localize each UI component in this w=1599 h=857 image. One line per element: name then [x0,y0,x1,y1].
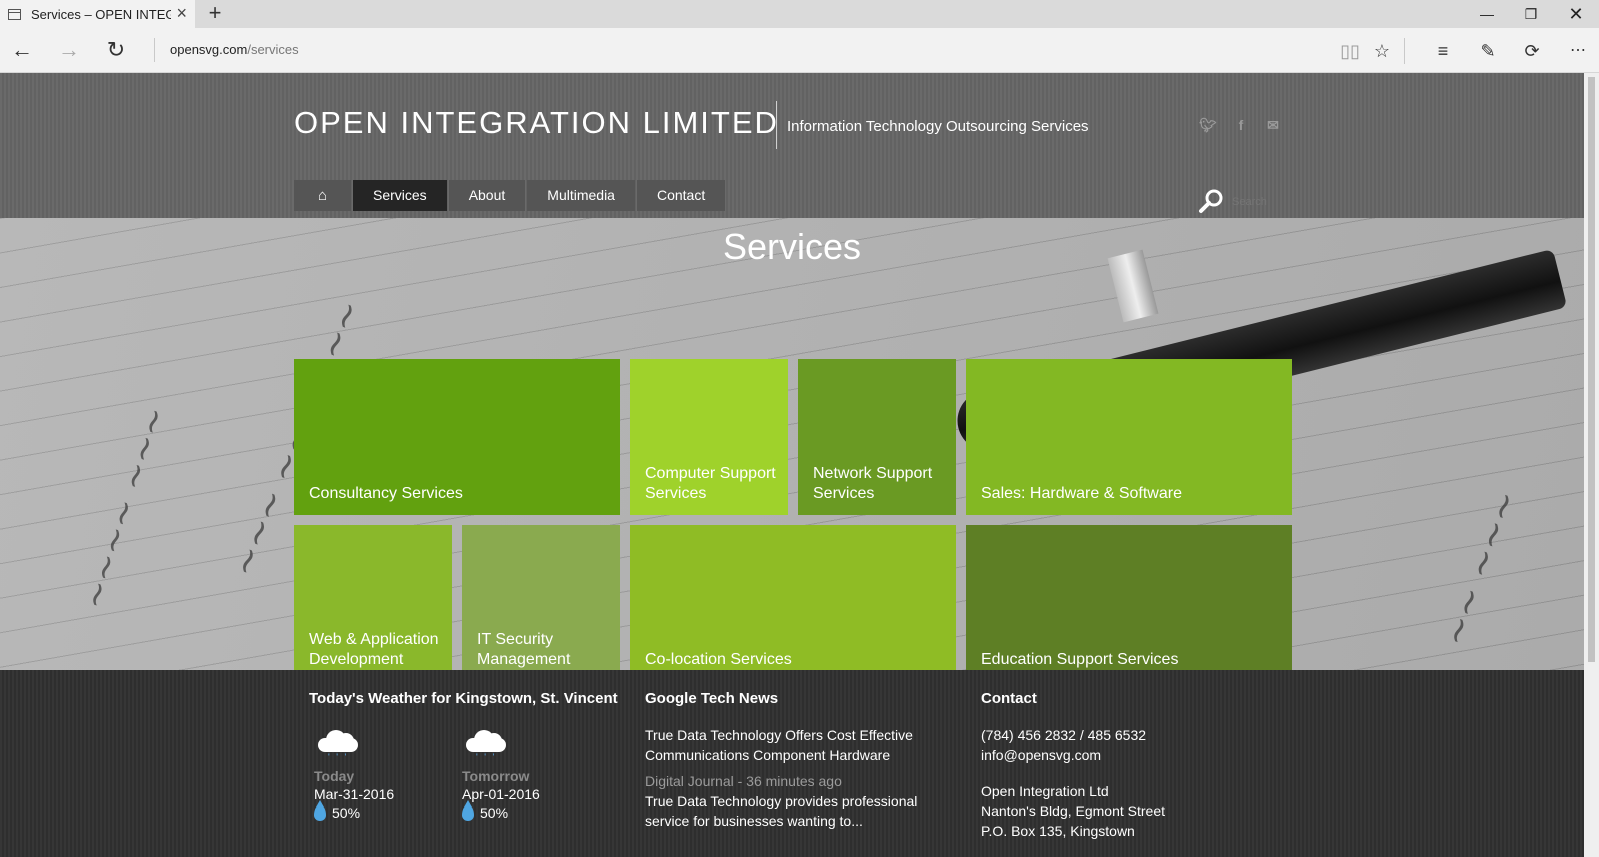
page-icon [8,8,21,20]
weather-title: Today's Weather for Kingstown, St. Vince… [309,690,618,707]
title-bar: Services – OPEN INTEGR × + — ❐ ✕ [0,0,1599,28]
raindrop-icon [314,800,326,821]
tile-label: Education Support Services [981,651,1179,668]
url-field[interactable]: opensvg.com/services [170,42,299,57]
weather-tomorrow: ' ' ' Tomorrow Apr-01-2016 50% [462,728,582,821]
site-footer: Today's Weather for Kingstown, St. Vince… [0,670,1584,857]
forward-button[interactable]: → [53,35,85,67]
tile-label: Consultancy Services [309,485,463,502]
weather-date: Mar-31-2016 [314,786,395,802]
tile-education-support-services[interactable]: Education Support Services [966,525,1292,681]
reading-view-icon[interactable]: ▯▯ [1336,37,1364,65]
weather-today: ' ' ' Today Mar-31-2016 50% [314,728,434,821]
news-title: Google Tech News [645,690,779,707]
news-meta: Digital Journal - 36 minutes ago [645,773,842,789]
site-logo[interactable]: OPEN INTEGRATION LIMITED [294,105,779,141]
tile-label: Computer Support Services [645,465,776,502]
tile-network-support-services[interactable]: Network Support Services [798,359,956,515]
contact-email[interactable]: info@opensvg.com [981,745,1281,765]
address-line: Open Integration Ltd [981,783,1109,799]
rain-cloud-icon: ' ' ' [462,728,508,766]
weather-day-label: Tomorrow [462,768,530,784]
tech-news: Google Tech News True Data Technology Of… [645,690,935,831]
facebook-icon[interactable]: f [1231,117,1251,137]
hub-icon[interactable]: ≡ [1429,37,1457,65]
toolbar-separator [1404,38,1405,64]
rain-percent: 50% [332,805,361,821]
back-button[interactable]: ← [6,35,38,67]
background-scribble: ~~ ~~~ [1434,485,1529,652]
nav-contact[interactable]: Contact [636,180,726,211]
tile-web-application-development[interactable]: Web & Application Development [294,525,452,681]
contact-info: Contact (784) 456 2832 / 485 6532 info@o… [981,690,1281,841]
share-icon[interactable]: ⟳ [1518,37,1546,65]
site-tagline: Information Technology Outsourcing Servi… [787,118,1089,135]
weather-day-label: Today [314,768,355,784]
nav-home[interactable]: ⌂ [294,180,351,211]
address-separator [154,38,155,62]
tile-computer-support-services[interactable]: Computer Support Services [630,359,788,515]
nav-multimedia[interactable]: Multimedia [527,180,635,211]
tile-label: Web & Application Development [309,631,439,668]
tile-consultancy-services[interactable]: Consultancy Services [294,359,620,515]
main-nav: ⌂ Services About Multimedia Contact [294,180,727,211]
browser-tab[interactable]: Services – OPEN INTEGR × [0,0,195,28]
contact-title: Contact [981,690,1037,707]
rain-chance: 50% [314,800,434,821]
search-icon[interactable] [1198,188,1224,214]
background-scribble: ~~~~ ~~~ [73,401,177,615]
close-window-button[interactable]: ✕ [1553,0,1599,28]
nav-about[interactable]: About [448,180,526,211]
news-headline[interactable]: True Data Technology provides profession… [645,791,935,831]
refresh-button[interactable]: ↻ [100,35,132,67]
close-tab-icon[interactable]: × [176,3,187,24]
restore-button[interactable]: ❐ [1508,0,1554,28]
tile-sales-hardware-software[interactable]: Sales: Hardware & Software [966,359,1292,515]
address-line: Nanton's Bldg, Egmont Street [981,803,1165,819]
address-bar: ← → ↻ opensvg.com/services ▯▯ ☆ ≡ ✎ ⟳ ⋯ [0,28,1599,73]
rain-cloud-icon: ' ' ' [314,728,360,766]
url-path: /services [247,42,299,57]
new-tab-button[interactable]: + [205,0,225,28]
tile-label: Network Support Services [813,465,933,502]
tile-label: Co-location Services [645,651,792,668]
favorite-star-icon[interactable]: ☆ [1368,37,1396,65]
web-note-icon[interactable]: ✎ [1474,37,1502,65]
tile-it-security-management[interactable]: IT Security Management [462,525,620,681]
minimize-button[interactable]: — [1464,0,1510,28]
contact-phone: (784) 456 2832 / 485 6532 [981,727,1147,743]
weather-widget: Today's Weather for Kingstown, St. Vince… [309,690,619,725]
nav-services[interactable]: Services [353,180,447,211]
logo-divider [776,101,777,149]
mail-icon[interactable]: ✉ [1263,117,1283,137]
tile-label: IT Security Management [477,631,571,668]
tile-label: Sales: Hardware & Software [981,485,1182,502]
weather-date: Apr-01-2016 [462,786,540,802]
search-input[interactable] [1232,191,1282,213]
page-scrollbar[interactable] [1584,73,1599,857]
tile-co-location-services[interactable]: Co-location Services [630,525,956,681]
services-hero: ~~~~ ~~~ ~~~ ~~ ~~~~ ~~ ~~~ Services Con… [0,218,1584,681]
scrollbar-thumb[interactable] [1588,77,1595,662]
web-page: OPEN INTEGRATION LIMITED Information Tec… [0,73,1584,857]
home-icon: ⌂ [317,187,328,204]
address-line: P.O. Box 135, Kingstown [981,823,1135,839]
raindrop-icon [462,800,474,821]
page-title: Services [722,226,862,267]
news-headline[interactable]: True Data Technology Offers Cost Effecti… [645,725,935,765]
rain-percent: 50% [480,805,509,821]
site-header: OPEN INTEGRATION LIMITED Information Tec… [0,73,1584,218]
more-icon[interactable]: ⋯ [1564,37,1592,65]
url-host: opensvg.com [170,42,248,57]
twitter-icon[interactable]: 🐦︎ [1198,117,1218,137]
tab-title: Services – OPEN INTEGR [31,6,171,22]
rain-chance: 50% [462,800,582,821]
